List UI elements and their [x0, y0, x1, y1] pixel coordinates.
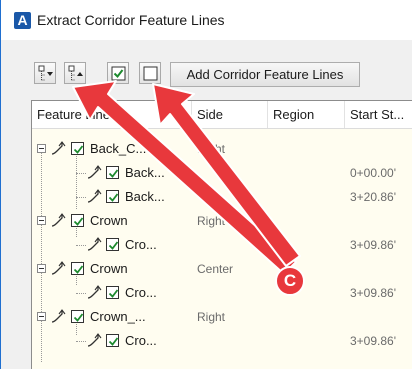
collapse-all-icon: [68, 65, 83, 81]
feature-line-name: Crown_...: [90, 309, 146, 324]
check-icon: [73, 265, 84, 274]
feature-line-icon: [51, 309, 66, 323]
check-icon: [108, 169, 119, 178]
feature-line-name: Back...: [125, 189, 165, 204]
feature-line-icon: [87, 237, 102, 251]
side-value: Right: [197, 214, 226, 228]
select-all-button[interactable]: [107, 62, 129, 84]
checkbox-empty-icon: [143, 66, 158, 81]
table-row[interactable]: Crown Right: [32, 209, 412, 233]
toolbar: Add Corridor Feature Lines: [1, 40, 412, 96]
check-icon: [73, 313, 84, 322]
feature-line-icon: [87, 285, 102, 299]
start-station-value: 3+09.86': [350, 238, 397, 252]
feature-line-icon: [87, 189, 102, 203]
feature-line-name: Back...: [125, 165, 165, 180]
side-value: Right: [197, 142, 226, 156]
column-header-side[interactable]: Side: [192, 101, 268, 128]
check-icon: [108, 241, 119, 250]
feature-line-icon: [51, 141, 66, 155]
feature-lines-grid: Feature Line Side Region Start St... Bac…: [31, 100, 412, 369]
feature-line-name: Cro...: [125, 333, 157, 348]
feature-line-name: Crown: [90, 261, 128, 276]
collapse-toggle-icon[interactable]: [37, 264, 46, 273]
column-header-feature-line[interactable]: Feature Line: [32, 101, 192, 128]
collapse-toggle-icon[interactable]: [37, 216, 46, 225]
collapse-toggle-icon[interactable]: [37, 144, 46, 153]
window-title: Extract Corridor Feature Lines: [37, 12, 225, 28]
expand-all-button[interactable]: [34, 62, 56, 84]
row-checkbox[interactable]: [71, 262, 84, 275]
check-icon: [108, 289, 119, 298]
table-row[interactable]: Cro... 3+09.86': [32, 233, 412, 257]
check-icon: [108, 193, 119, 202]
start-station-value: 3+09.86': [350, 334, 397, 348]
feature-line-icon: [87, 333, 102, 347]
table-row[interactable]: Back... 0+00.00': [32, 161, 412, 185]
feature-line-name: Crown: [90, 213, 128, 228]
feature-line-name: Cro...: [125, 285, 157, 300]
checkbox-checked-icon: [111, 66, 126, 81]
callout-badge: C: [275, 266, 305, 296]
table-row[interactable]: Crown_... Right: [32, 305, 412, 329]
feature-line-icon: [87, 165, 102, 179]
row-checkbox[interactable]: [106, 286, 119, 299]
table-row[interactable]: Crown Center: [32, 257, 412, 281]
collapse-all-button[interactable]: [64, 62, 86, 84]
extract-corridor-feature-lines-dialog: A Extract Corridor Feature Lines Add Cor…: [0, 0, 412, 369]
table-row[interactable]: Cro... 3+09.86': [32, 329, 412, 353]
start-station-value: 0+00.00': [350, 166, 397, 180]
row-checkbox[interactable]: [71, 214, 84, 227]
feature-line-name: Back_C...: [90, 141, 147, 156]
table-row[interactable]: Back_C... Right: [32, 137, 412, 161]
feature-line-icon: [51, 261, 66, 275]
row-checkbox[interactable]: [106, 238, 119, 251]
row-checkbox[interactable]: [106, 190, 119, 203]
start-station-value: 3+09.86': [350, 286, 397, 300]
row-checkbox[interactable]: [71, 310, 84, 323]
row-checkbox[interactable]: [106, 334, 119, 347]
expand-all-icon: [38, 65, 53, 81]
table-row[interactable]: Back... 3+20.86': [32, 185, 412, 209]
row-checkbox[interactable]: [71, 142, 84, 155]
grid-header: Feature Line Side Region Start St...: [32, 101, 412, 129]
check-icon: [73, 217, 84, 226]
collapse-toggle-icon[interactable]: [37, 312, 46, 321]
check-icon: [73, 145, 84, 154]
check-icon: [108, 337, 119, 346]
row-checkbox[interactable]: [106, 166, 119, 179]
feature-line-icon: [51, 213, 66, 227]
table-row[interactable]: Cro... 3+09.86': [32, 281, 412, 305]
add-corridor-feature-lines-button[interactable]: Add Corridor Feature Lines: [170, 62, 360, 87]
start-station-value: 3+20.86': [350, 190, 397, 204]
column-header-region[interactable]: Region: [268, 101, 345, 128]
side-value: Right: [197, 310, 226, 324]
side-value: Center: [197, 262, 234, 276]
app-icon: A: [14, 12, 31, 29]
clear-all-button[interactable]: [139, 62, 161, 84]
column-header-start-station[interactable]: Start St...: [345, 101, 412, 128]
feature-line-name: Cro...: [125, 237, 157, 252]
title-bar: A Extract Corridor Feature Lines: [1, 0, 412, 40]
